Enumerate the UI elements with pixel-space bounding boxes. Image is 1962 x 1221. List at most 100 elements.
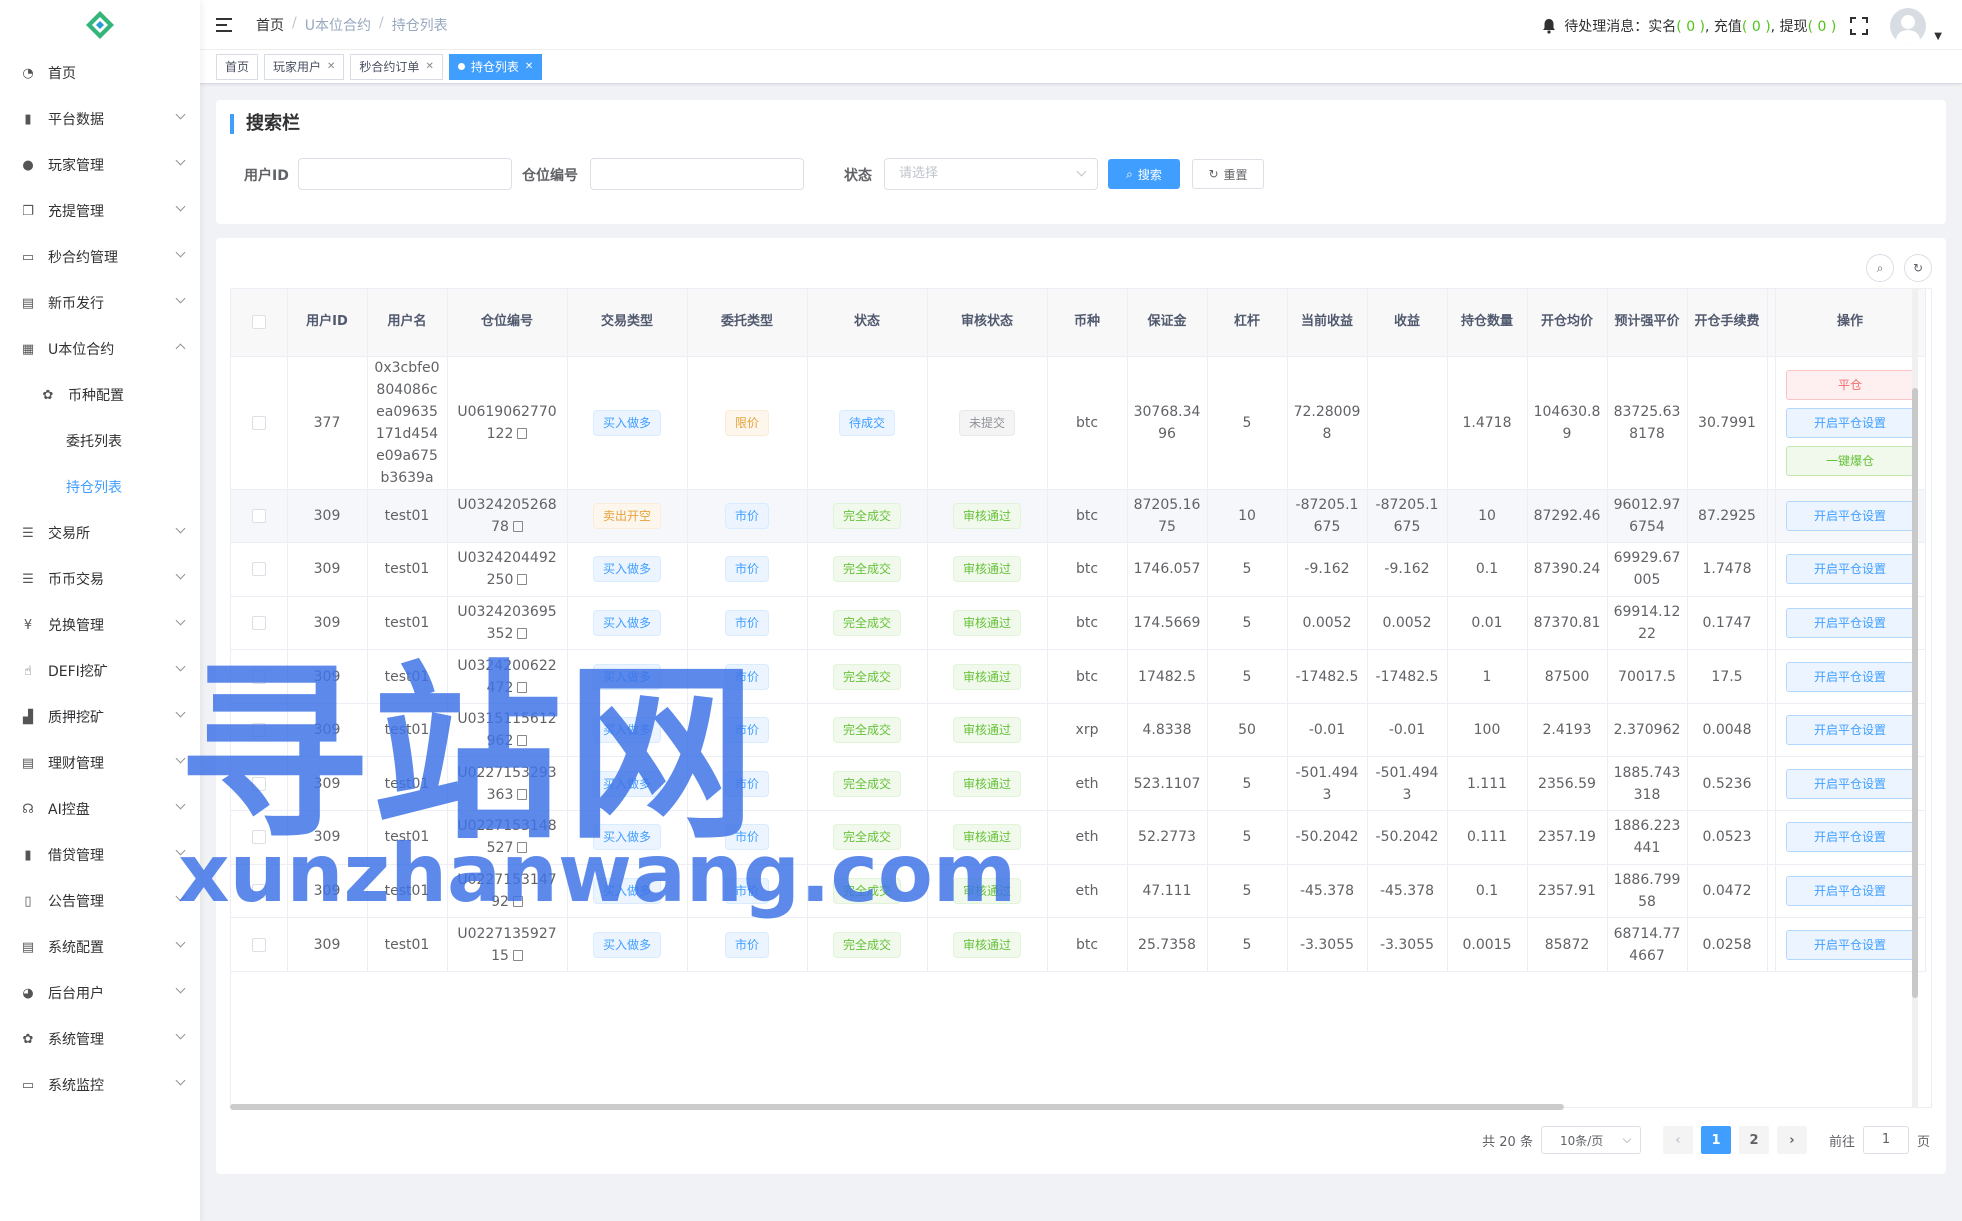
tag-positions[interactable]: 持仓列表 ✕ <box>448 53 543 80</box>
copy-icon[interactable] <box>517 681 528 693</box>
sidebar-item[interactable]: 持仓列表 <box>0 464 200 510</box>
page-button[interactable]: 2 <box>1738 1126 1769 1154</box>
copy-icon[interactable] <box>517 427 528 439</box>
next-page-button[interactable]: › <box>1776 1126 1807 1154</box>
fullscreen-icon[interactable] <box>1850 17 1869 35</box>
chevron-down-icon <box>175 983 186 994</box>
row-checkbox[interactable] <box>251 562 266 577</box>
sidebar-item[interactable]: ▮ 平台数据 <box>0 96 200 142</box>
search-icon[interactable]: ⌕ <box>1866 254 1894 282</box>
close-setting-button[interactable]: 开启平仓设置 <box>1786 661 1914 692</box>
tag-players[interactable]: 玩家用户 ✕ <box>264 53 345 80</box>
close-setting-button[interactable]: 开启平仓设置 <box>1786 607 1914 638</box>
row-checkbox[interactable] <box>251 723 266 738</box>
sidebar-item[interactable]: ☊ AI控盘 <box>0 786 200 832</box>
row-checkbox[interactable] <box>251 669 266 684</box>
bell-icon[interactable] <box>1542 18 1556 34</box>
notice-withdraw[interactable]: 提现 <box>1780 19 1808 35</box>
close-setting-button[interactable]: 开启平仓设置 <box>1786 554 1914 585</box>
sidebar-item[interactable]: ◕ 后台用户 <box>0 970 200 1016</box>
vertical-scrollbar[interactable] <box>1912 288 1918 1108</box>
sidebar-item[interactable]: ☝ DEFI挖矿 <box>0 648 200 694</box>
trade-tag: 买入做多 <box>592 556 661 583</box>
sidebar-item[interactable]: ✿ 币种配置 <box>0 372 200 418</box>
close-position-button[interactable]: 平仓 <box>1786 369 1914 400</box>
tag-home[interactable]: 首页 <box>216 53 259 80</box>
reset-button[interactable]: ↻ 重置 <box>1192 159 1264 189</box>
status-select[interactable]: 请选择 <box>884 158 1098 190</box>
avg-value: 85872 <box>1544 936 1590 953</box>
copy-icon[interactable] <box>517 788 528 800</box>
sidebar-item[interactable]: ❐ 充提管理 <box>0 188 200 234</box>
sidebar-item[interactable]: ● 玩家管理 <box>0 142 200 188</box>
sidebar-item[interactable]: ◔ 首页 <box>0 50 200 96</box>
cell-lev: 5 <box>1207 756 1288 812</box>
notice-recharge[interactable]: 充值 <box>1714 19 1742 35</box>
avatar[interactable] <box>1890 8 1927 44</box>
page-size-label: 10条/页 <box>1559 1133 1604 1148</box>
page-size-select[interactable]: 10条/页 <box>1540 1126 1641 1154</box>
sidebar-item[interactable]: ▤ 理财管理 <box>0 740 200 786</box>
copy-icon[interactable] <box>512 895 523 907</box>
position-input[interactable] <box>590 158 804 190</box>
copy-icon[interactable] <box>517 842 528 854</box>
sidebar-item[interactable]: ☰ 币币交易 <box>0 556 200 602</box>
close-icon[interactable]: ✕ <box>525 61 533 72</box>
row-checkbox[interactable] <box>251 415 266 430</box>
copy-icon[interactable] <box>517 627 528 639</box>
notice-realname[interactable]: 实名 <box>1648 19 1676 35</box>
copy-icon[interactable] <box>512 949 523 961</box>
close-setting-button[interactable]: 开启平仓设置 <box>1786 768 1914 799</box>
table-row: 309 test01 U0227153148527 买入做多 市价 完全成交 审核通过 eth… <box>231 810 1926 865</box>
gap-cell <box>1767 703 1776 758</box>
row-checkbox[interactable] <box>251 776 266 791</box>
breadcrumb-item[interactable]: 首页 <box>256 15 284 35</box>
close-setting-button[interactable]: 开启平仓设置 <box>1786 715 1914 746</box>
copy-icon[interactable] <box>517 735 528 747</box>
close-icon[interactable]: ✕ <box>425 61 433 72</box>
name-value: test01 <box>384 668 430 685</box>
refresh-icon[interactable]: ↻ <box>1904 254 1932 282</box>
cell-qty: 0.111 <box>1447 810 1528 865</box>
close-setting-button[interactable]: 开启平仓设置 <box>1786 407 1914 438</box>
row-checkbox[interactable] <box>251 615 266 630</box>
close-setting-button[interactable]: 开启平仓设置 <box>1786 929 1914 960</box>
search-button[interactable]: ⌕ 搜索 <box>1108 159 1180 189</box>
sidebar-item[interactable]: ¥ 兑换管理 <box>0 602 200 648</box>
force-liquidate-button[interactable]: 一键爆仓 <box>1786 445 1914 476</box>
row-checkbox[interactable] <box>251 508 266 523</box>
tag-second-contract[interactable]: 秒合约订单 ✕ <box>350 53 443 80</box>
row-checkbox[interactable] <box>251 883 266 898</box>
sidebar-item[interactable]: ▟ 质押挖矿 <box>0 694 200 740</box>
sidebar-item[interactable]: ✿ 系统管理 <box>0 1016 200 1062</box>
sidebar-item[interactable]: ▤ 系统配置 <box>0 924 200 970</box>
select-all-checkbox[interactable] <box>251 314 266 329</box>
copy-icon[interactable] <box>512 520 523 532</box>
caret-down-icon[interactable]: ▼ <box>1934 31 1942 42</box>
close-setting-button[interactable]: 开启平仓设置 <box>1786 875 1914 906</box>
hamburger-icon[interactable] <box>216 17 234 32</box>
sidebar-item[interactable]: ☰ 交易所 <box>0 510 200 556</box>
close-setting-button[interactable]: 开启平仓设置 <box>1786 822 1914 853</box>
sidebar-item[interactable]: ▭ 秒合约管理 <box>0 234 200 280</box>
sidebar-item[interactable]: ▭ 系统监控 <box>0 1062 200 1108</box>
row-checkbox[interactable] <box>251 937 266 952</box>
breadcrumb-item[interactable]: U本位合约 <box>305 15 371 35</box>
sidebar-item[interactable]: ▤ 新币发行 <box>0 280 200 326</box>
copy-icon[interactable] <box>517 574 528 586</box>
sidebar-item[interactable]: 委托列表 <box>0 418 200 464</box>
horizontal-scrollbar[interactable] <box>230 1104 1564 1110</box>
user-id-input[interactable] <box>298 158 512 190</box>
close-setting-button[interactable]: 开启平仓设置 <box>1786 500 1914 531</box>
sidebar-item[interactable]: ▦ U本位合约 <box>0 326 200 372</box>
row-checkbox[interactable] <box>251 830 266 845</box>
sidebar-item[interactable]: ▮ 借贷管理 <box>0 832 200 878</box>
cell-fee: 0.0472 <box>1687 864 1768 919</box>
prev-page-button[interactable]: ‹ <box>1662 1126 1693 1154</box>
page-button[interactable]: 1 <box>1700 1126 1731 1154</box>
cell-status: 完全成交 <box>807 756 928 812</box>
sidebar-item[interactable]: ▯ 公告管理 <box>0 878 200 924</box>
goto-page-input[interactable]: 1 <box>1862 1126 1909 1154</box>
cell-status: 完全成交 <box>807 489 928 544</box>
close-icon[interactable]: ✕ <box>327 61 335 72</box>
